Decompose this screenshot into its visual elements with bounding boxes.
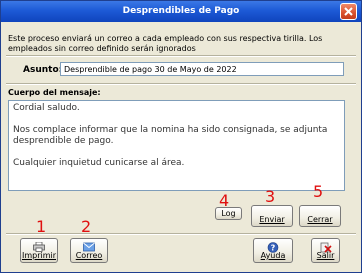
ayuda-button-label: Ayuda — [260, 251, 286, 260]
correo-button[interactable]: Correo — [70, 238, 108, 263]
cerrar-button-label: Cerrar — [307, 215, 333, 224]
divider — [6, 83, 356, 85]
annotation-number: 4 — [219, 191, 230, 210]
enviar-button-label: Enviar — [259, 215, 285, 224]
subject-label: Asunto: — [23, 65, 63, 75]
annotation-number: 3 — [265, 187, 276, 206]
message-body-textarea[interactable]: Cordial saludo. Nos complace informar qu… — [8, 100, 345, 191]
title-bar: Desprendibles de Pago — [1, 1, 361, 22]
close-icon — [344, 7, 353, 16]
close-window-button[interactable] — [340, 3, 357, 20]
salir-button-label: Salir — [316, 251, 335, 260]
process-description: Este proceso enviará un correo a cada em… — [8, 34, 323, 53]
log-button-label: Log — [221, 209, 236, 218]
subject-input[interactable]: Desprendible de pago 30 de Mayo de 2022 — [60, 62, 344, 76]
annotation-number: 5 — [313, 182, 324, 201]
divider — [6, 233, 356, 235]
body-line: Nos complace informar que la nomina ha s… — [13, 125, 328, 146]
ayuda-button[interactable]: ? Ayuda — [253, 238, 293, 263]
window-title: Desprendibles de Pago — [122, 6, 240, 16]
body-line: Cordial saludo. — [13, 103, 80, 113]
annotation-number: 1 — [36, 217, 47, 236]
annotation-number: 2 — [81, 217, 92, 236]
body-label: Cuerpo del mensaje: — [8, 88, 101, 97]
imprimir-button-label: Imprimir — [21, 251, 57, 260]
dialog-window: Desprendibles de Pago Este proceso envia… — [0, 0, 362, 273]
cerrar-button[interactable]: Cerrar — [299, 205, 341, 227]
body-line: Cualquier inquietud cunicarse al área. — [13, 158, 185, 168]
divider — [6, 55, 356, 57]
salir-button[interactable]: Salir — [311, 238, 340, 263]
correo-button-label: Correo — [75, 251, 103, 260]
enviar-button[interactable]: Enviar — [251, 205, 293, 227]
imprimir-button[interactable]: Imprimir — [20, 238, 58, 263]
